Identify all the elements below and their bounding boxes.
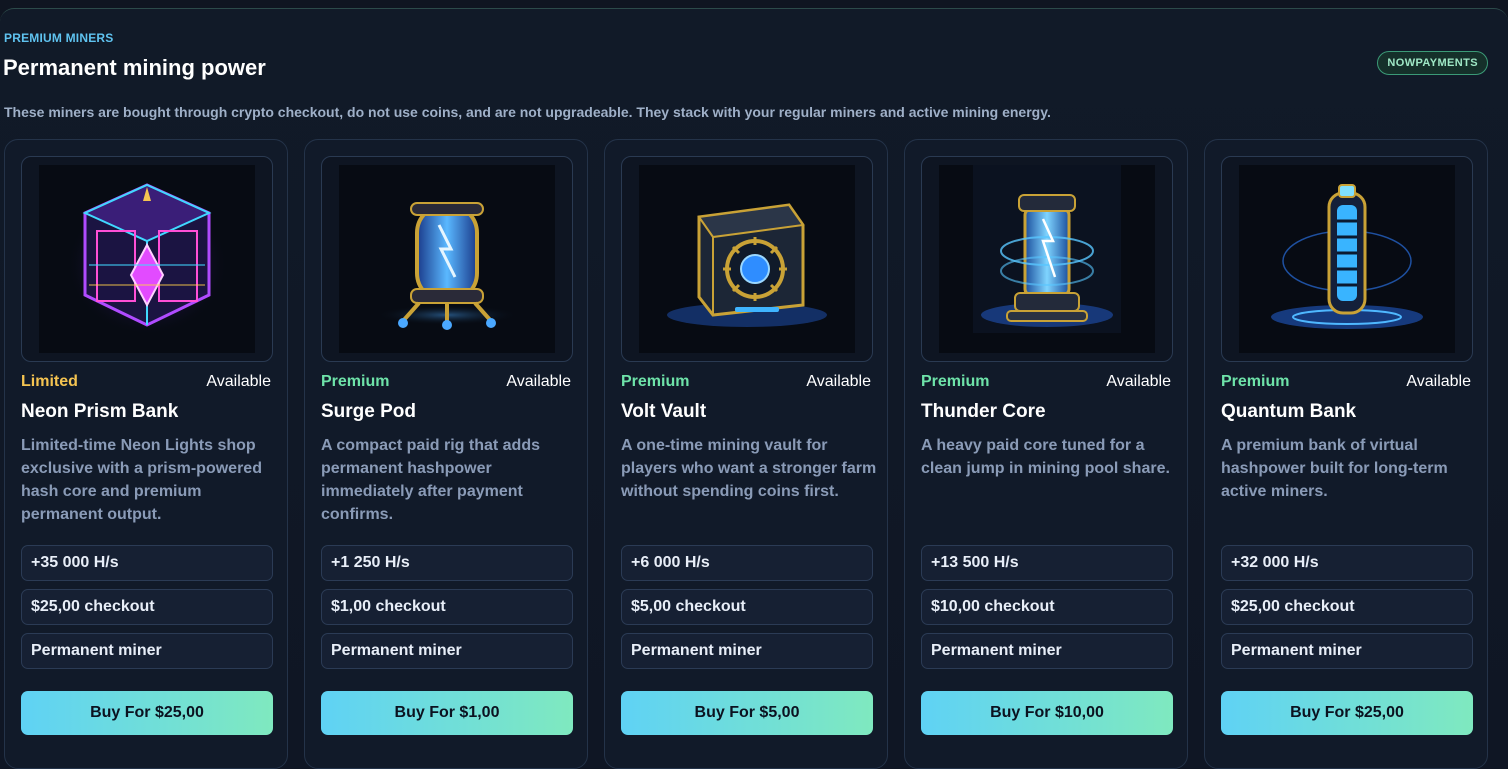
quantum-bank-tower-icon	[1239, 165, 1455, 353]
neon-prism-cube-icon	[39, 165, 255, 353]
miner-name: Neon Prism Bank	[21, 401, 179, 422]
miner-description: A heavy paid core tuned for a clean jump…	[921, 437, 1170, 477]
thunder-core-reactor-icon	[939, 165, 1155, 353]
miner-image-frame	[21, 156, 273, 362]
tier-label: Premium	[321, 373, 390, 390]
miner-type-stat: Permanent miner	[21, 633, 273, 669]
availability-label: Available	[1406, 373, 1471, 390]
availability-label: Available	[1106, 373, 1171, 390]
hashrate-stat: +13 500 H/s	[921, 545, 1173, 581]
checkout-stat: $25,00 checkout	[1221, 589, 1473, 625]
miner-type-stat: Permanent miner	[621, 633, 873, 669]
miner-description: A compact paid rig that adds permanent h…	[321, 437, 540, 523]
tier-label: Limited	[21, 373, 78, 390]
miner-type-stat: Permanent miner	[921, 633, 1173, 669]
miner-name: Thunder Core	[921, 401, 1046, 422]
buy-button[interactable]: Buy For $25,00	[21, 691, 273, 735]
miner-image-frame	[621, 156, 873, 362]
miner-description: Limited-time Neon Lights shop exclusive …	[21, 437, 262, 523]
tier-label: Premium	[1221, 373, 1290, 390]
miner-description: A one-time mining vault for players who …	[621, 437, 877, 500]
tier-label: Premium	[921, 373, 990, 390]
miner-card-neon-prism-bank: Limited Available Neon Prism Bank Limite…	[4, 139, 288, 769]
buy-button[interactable]: Buy For $10,00	[921, 691, 1173, 735]
section-description: These miners are bought through crypto c…	[4, 104, 1051, 120]
miner-type-stat: Permanent miner	[321, 633, 573, 669]
tier-label: Premium	[621, 373, 690, 390]
availability-label: Available	[806, 373, 871, 390]
checkout-stat: $5,00 checkout	[621, 589, 873, 625]
miner-card-quantum-bank: Premium Available Quantum Bank A premium…	[1204, 139, 1488, 769]
miner-name: Quantum Bank	[1221, 401, 1357, 422]
surge-pod-capsule-icon	[339, 165, 555, 353]
hashrate-stat: +32 000 H/s	[1221, 545, 1473, 581]
miner-type-stat: Permanent miner	[1221, 633, 1473, 669]
miner-image-frame	[921, 156, 1173, 362]
miner-card-volt-vault: Premium Available Volt Vault A one-time …	[604, 139, 888, 769]
checkout-stat: $10,00 checkout	[921, 589, 1173, 625]
checkout-stat: $25,00 checkout	[21, 589, 273, 625]
miner-card-surge-pod: Premium Available Surge Pod A compact pa…	[304, 139, 588, 769]
buy-button[interactable]: Buy For $1,00	[321, 691, 573, 735]
availability-label: Available	[506, 373, 571, 390]
volt-vault-safe-icon	[639, 165, 855, 353]
payment-provider-badge: NOWPAYMENTS	[1377, 51, 1488, 75]
section-eyebrow: PREMIUM MINERS	[4, 31, 114, 45]
hashrate-stat: +35 000 H/s	[21, 545, 273, 581]
miner-name: Surge Pod	[321, 401, 417, 422]
section-title: Permanent mining power	[3, 55, 266, 80]
buy-button[interactable]: Buy For $5,00	[621, 691, 873, 735]
buy-button[interactable]: Buy For $25,00	[1221, 691, 1473, 735]
miner-image-frame	[1221, 156, 1473, 362]
checkout-stat: $1,00 checkout	[321, 589, 573, 625]
miner-description: A premium bank of virtual hashpower buil…	[1221, 437, 1448, 500]
availability-label: Available	[206, 373, 271, 390]
miner-image-frame	[321, 156, 573, 362]
hashrate-stat: +6 000 H/s	[621, 545, 873, 581]
miner-card-thunder-core: Premium Available Thunder Core A heavy p…	[904, 139, 1188, 769]
miner-name: Volt Vault	[621, 401, 707, 422]
hashrate-stat: +1 250 H/s	[321, 545, 573, 581]
